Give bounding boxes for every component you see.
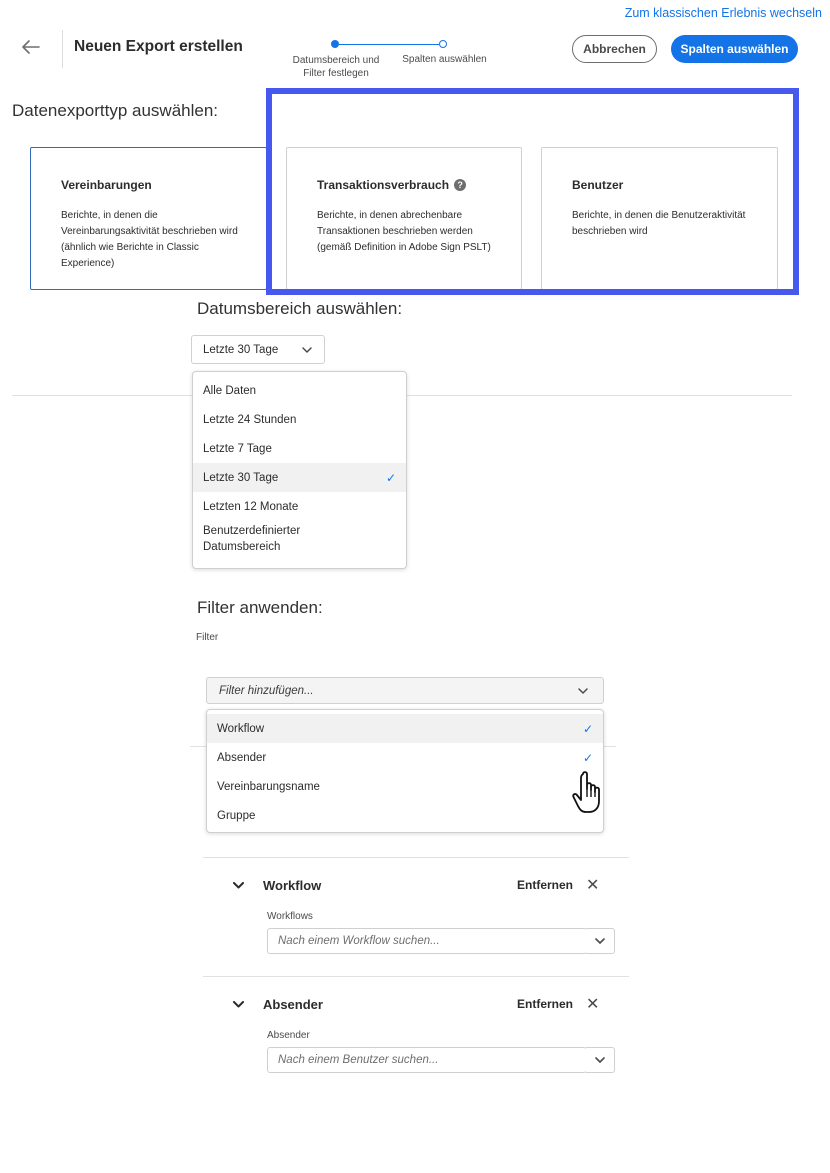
filter-row-title: Absender xyxy=(263,997,323,1012)
filters-label: Filter xyxy=(196,632,219,643)
step-2-dot xyxy=(439,40,447,48)
card-description: Berichte, in denen die Vereinbarungsakti… xyxy=(61,210,238,269)
date-range-picker[interactable]: Letzte 30 Tage xyxy=(191,335,325,364)
row-divider xyxy=(203,976,629,977)
hand-cursor-icon xyxy=(572,771,600,813)
date-option-24h[interactable]: Letzte 24 Stunden xyxy=(193,405,406,434)
back-button[interactable] xyxy=(18,34,44,60)
filter-options-menu: Workflow ✓ Absender ✓ Vereinbarungsname … xyxy=(206,709,604,833)
arrow-left-icon xyxy=(22,40,40,54)
date-range-heading: Datumsbereich auswählen: xyxy=(197,299,403,318)
field-label: Absender xyxy=(267,1030,310,1041)
chevron-down-icon xyxy=(595,1057,605,1063)
date-option-all[interactable]: Alle Daten xyxy=(193,376,406,405)
chevron-down-icon[interactable] xyxy=(233,1001,244,1008)
page-title: Neuen Export erstellen xyxy=(74,38,243,55)
date-option-12m[interactable]: Letzten 12 Monate xyxy=(193,492,406,521)
field-label: Workflows xyxy=(267,911,313,922)
filter-row-title: Workflow xyxy=(263,878,322,893)
workflow-dropdown-button[interactable] xyxy=(586,928,615,954)
classic-experience-link[interactable]: Zum klassischen Erlebnis wechseln xyxy=(625,6,822,20)
export-card-agreements[interactable]: Vereinbarungen Berichte, in denen die Ve… xyxy=(30,147,267,290)
row-divider xyxy=(203,857,629,858)
date-option-7d[interactable]: Letzte 7 Tage xyxy=(193,434,406,463)
checkmark-icon: ✓ xyxy=(582,721,593,736)
remove-filter-button[interactable]: Entfernen xyxy=(517,997,573,1011)
step-connector xyxy=(339,43,439,45)
chevron-down-icon xyxy=(302,347,312,353)
close-icon[interactable]: ✕ xyxy=(586,875,599,895)
cancel-button[interactable]: Abbrechen xyxy=(572,35,657,63)
sender-dropdown-button[interactable] xyxy=(586,1047,615,1073)
step-2-label: Spalten auswählen xyxy=(402,54,487,65)
sender-search-input[interactable]: Nach einem Benutzer suchen... xyxy=(267,1047,587,1073)
workflow-search-input[interactable]: Nach einem Workflow suchen... xyxy=(267,928,587,954)
header-divider xyxy=(62,30,63,68)
close-icon[interactable]: ✕ xyxy=(586,994,599,1014)
checkmark-icon: ✓ xyxy=(582,750,593,765)
step-1-label: Datumsbereich und Filter festlegen xyxy=(292,55,380,79)
card-title: Vereinbarungen xyxy=(61,178,152,192)
date-range-selected: Letzte 30 Tage xyxy=(203,343,279,356)
filter-option-sender[interactable]: Absender ✓ xyxy=(207,743,603,772)
filter-option-agreement-name[interactable]: Vereinbarungsname xyxy=(207,772,603,801)
date-option-custom[interactable]: Benutzerdefinierter Datumsbereich xyxy=(193,523,406,561)
chevron-down-icon xyxy=(595,938,605,944)
filters-heading: Filter anwenden: xyxy=(197,598,323,617)
step-1-dot xyxy=(331,40,339,48)
filter-option-workflow[interactable]: Workflow ✓ xyxy=(207,714,603,743)
select-columns-button[interactable]: Spalten auswählen xyxy=(671,35,798,63)
chevron-down-icon xyxy=(578,688,588,694)
checkmark-icon: ✓ xyxy=(385,470,396,485)
add-filter-picker[interactable]: Filter hinzufügen... xyxy=(206,677,604,704)
highlight-box xyxy=(266,88,799,295)
filter-option-group[interactable]: Gruppe xyxy=(207,801,603,830)
export-type-heading: Datenexporttyp auswählen: xyxy=(12,101,219,120)
add-filter-placeholder: Filter hinzufügen... xyxy=(219,684,314,697)
date-range-menu: Alle Daten Letzte 24 Stunden Letzte 7 Ta… xyxy=(192,371,407,569)
date-option-30d[interactable]: Letzte 30 Tage ✓ xyxy=(193,463,406,492)
remove-filter-button[interactable]: Entfernen xyxy=(517,878,573,892)
chevron-down-icon[interactable] xyxy=(233,882,244,889)
